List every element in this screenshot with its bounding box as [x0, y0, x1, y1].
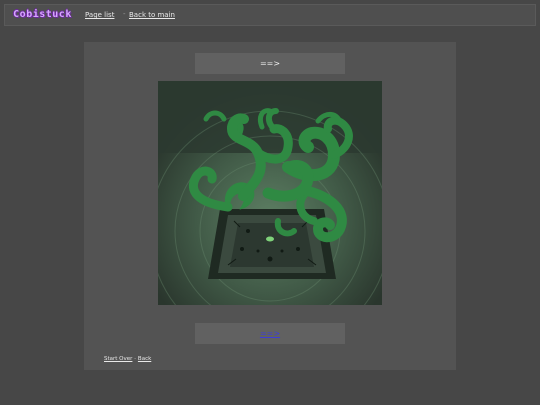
comic-image	[149, 81, 391, 352]
footer-separator: -	[134, 356, 137, 362]
comic-panel: ==> ==> Start Over - Back	[84, 42, 456, 370]
nav-separator: -	[123, 10, 126, 18]
site-logo[interactable]: Cobistuck	[8, 7, 77, 23]
top-bar: Cobistuck Page list - Back to main	[4, 4, 536, 26]
back-to-main-link[interactable]: Back to main	[129, 11, 175, 19]
command-header: ==>	[195, 53, 345, 74]
start-over-link[interactable]: Start Over	[104, 356, 132, 362]
next-command-box: ==>	[195, 323, 345, 344]
comic-illustration	[149, 81, 391, 352]
page-list-link[interactable]: Page list	[85, 11, 114, 19]
next-page-link[interactable]: ==>	[260, 329, 280, 338]
panel-footer: Start Over - Back	[104, 356, 151, 362]
back-link[interactable]: Back	[138, 356, 151, 362]
